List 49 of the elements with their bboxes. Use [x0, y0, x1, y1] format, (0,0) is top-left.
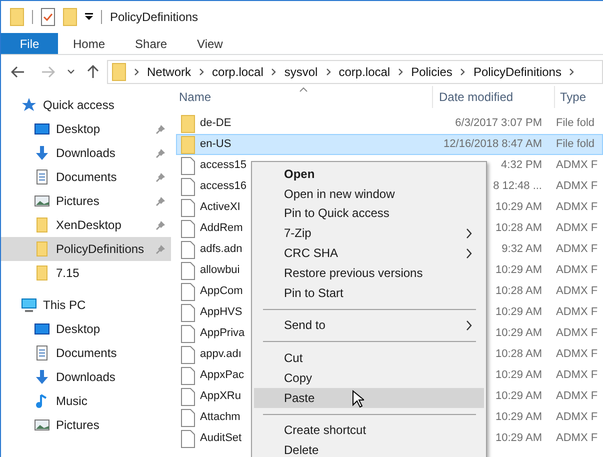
date-modified: 10:29 AM — [496, 263, 542, 278]
date-modified: 10:29 AM — [496, 326, 542, 342]
file-type: ADMX F — [556, 410, 599, 426]
file-name: AppCom — [200, 284, 243, 300]
date-modified: 10:28 AM — [496, 347, 542, 362]
file-type: ADMX F — [556, 200, 599, 216]
file-name: Attachm — [200, 410, 240, 426]
date-modified: 10:29 AM — [496, 431, 542, 446]
file-type: ADMX F — [556, 242, 599, 258]
file-type: ADMX F — [556, 284, 599, 300]
file-name: access16 — [200, 179, 246, 194]
file-type: File fold — [556, 116, 596, 132]
file-name: AppHVS — [200, 305, 242, 320]
file-type: ADMX F — [556, 305, 599, 320]
file-name: access15 — [200, 158, 246, 174]
file-name: AppxPac — [200, 368, 244, 384]
date-modified: 8 12:48 ... — [493, 179, 542, 194]
file-type: ADMX F — [556, 368, 599, 384]
file-name: AppXRu — [200, 389, 241, 404]
date-modified: 10:29 AM — [496, 389, 542, 404]
file-type: ADMX F — [556, 158, 599, 174]
file-name: appv.adı — [200, 347, 242, 362]
file-type: ADMX F — [556, 326, 599, 342]
date-modified: 10:29 AM — [496, 368, 542, 384]
date-modified: 10:28 AM — [496, 221, 542, 236]
file-type: ADMX F — [556, 179, 599, 194]
file-name: AppPriva — [200, 326, 245, 342]
file-name: AuditSet — [200, 431, 242, 446]
window-title: PolicyDefinitions — [110, 9, 198, 26]
file-name: en-US — [200, 137, 232, 152]
date-modified: 9:32 AM — [502, 242, 542, 258]
date-modified: 4:32 PM — [501, 158, 542, 174]
date-modified: 10:29 AM — [496, 200, 542, 216]
file-name: AddRem — [200, 221, 243, 236]
date-modified: 10:29 AM — [496, 305, 542, 320]
file-name: de-DE — [200, 116, 232, 132]
file-type: ADMX F — [556, 347, 599, 362]
file-type: File fold — [556, 137, 596, 152]
date-modified: 12/16/2018 8:47 AM — [444, 137, 542, 152]
date-modified: 10:29 AM — [496, 410, 542, 426]
date-modified: 6/3/2017 3:07 PM — [455, 116, 542, 132]
date-modified: 10:28 AM — [496, 284, 542, 300]
file-type: ADMX F — [556, 221, 599, 236]
file-name: adfs.adn — [200, 242, 242, 258]
file-name: ActiveXI — [200, 200, 240, 216]
file-type: ADMX F — [556, 263, 599, 278]
file-type: ADMX F — [556, 431, 599, 446]
file-name: allowbui — [200, 263, 240, 278]
file-type: ADMX F — [556, 389, 599, 404]
